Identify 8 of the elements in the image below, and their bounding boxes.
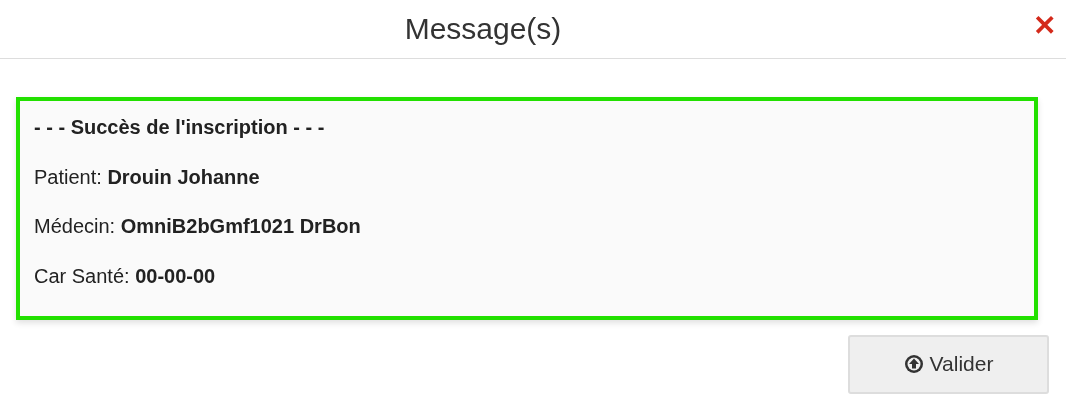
dialog-title: Message(s) [404, 12, 562, 46]
message-heading: - - - Succès de l'inscription - - - [34, 115, 326, 139]
close-button[interactable]: ✕ [1033, 12, 1056, 40]
validate-button[interactable]: Valider [848, 334, 1049, 394]
upload-circle-icon [903, 354, 924, 374]
message-line: Patient: Drouin Johanne [34, 164, 261, 189]
message-line: Car Santé: 00-00-00 [34, 263, 217, 288]
message-line: Médecin: OmniB2bGmf1021 DrBon [34, 214, 362, 238]
